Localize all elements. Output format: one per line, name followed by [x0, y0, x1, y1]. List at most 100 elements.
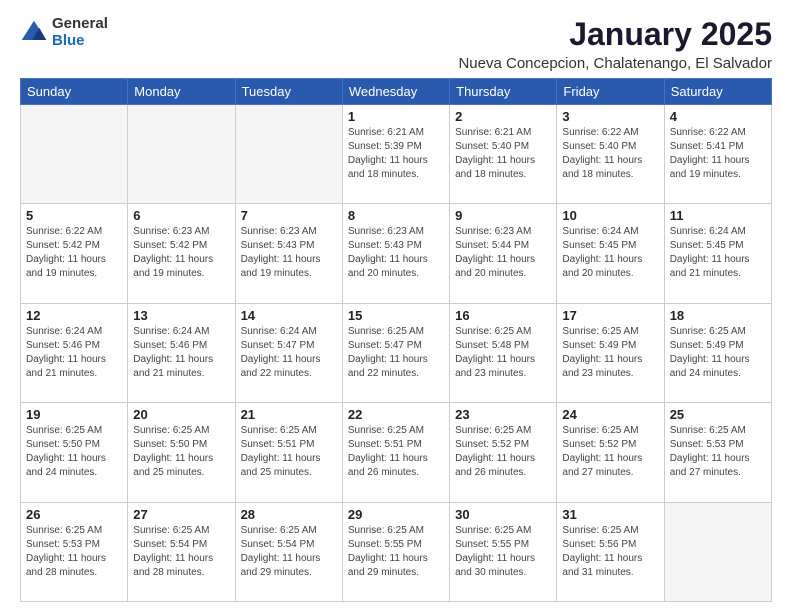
day-number: 28 [241, 507, 337, 522]
day-number: 29 [348, 507, 444, 522]
day-number: 24 [562, 407, 658, 422]
day-number: 15 [348, 308, 444, 323]
day-info: Sunrise: 6:22 AM Sunset: 5:40 PM Dayligh… [562, 126, 658, 182]
location-title: Nueva Concepcion, Chalatenango, El Salva… [458, 55, 772, 72]
calendar-cell: 18 Sunrise: 6:25 AM Sunset: 5:49 PM Dayli… [664, 303, 771, 402]
day-info: Sunrise: 6:24 AM Sunset: 5:46 PM Dayligh… [26, 325, 122, 381]
calendar-cell: 1 Sunrise: 6:21 AM Sunset: 5:39 PM Daylig… [342, 105, 449, 204]
day-number: 13 [133, 308, 229, 323]
calendar-cell: 16 Sunrise: 6:25 AM Sunset: 5:48 PM Dayli… [450, 303, 557, 402]
weekday-header-sunday: Sunday [21, 79, 128, 105]
day-number: 3 [562, 109, 658, 124]
day-info: Sunrise: 6:23 AM Sunset: 5:42 PM Dayligh… [133, 225, 229, 281]
day-info: Sunrise: 6:25 AM Sunset: 5:49 PM Dayligh… [670, 325, 766, 381]
day-info: Sunrise: 6:25 AM Sunset: 5:48 PM Dayligh… [455, 325, 551, 381]
day-number: 22 [348, 407, 444, 422]
calendar-cell: 6Sunrise: 6:23 AM Sunset: 5:42 PM Daylig… [128, 204, 235, 303]
day-number: 8 [348, 208, 444, 223]
day-number: 10 [562, 208, 658, 223]
day-number: 14 [241, 308, 337, 323]
calendar-cell: 31 Sunrise: 6:25 AM Sunset: 5:56 PM Dayli… [557, 502, 664, 601]
day-info: Sunrise: 6:25 AM Sunset: 5:53 PM Dayligh… [26, 524, 122, 580]
day-info: Sunrise: 6:25 AM Sunset: 5:49 PM Dayligh… [562, 325, 658, 381]
weekday-header-friday: Friday [557, 79, 664, 105]
calendar-cell: 27 Sunrise: 6:25 AM Sunset: 5:54 PM Dayli… [128, 502, 235, 601]
weekday-header-monday: Monday [128, 79, 235, 105]
weekday-header-tuesday: Tuesday [235, 79, 342, 105]
day-info: Sunrise: 6:21 AM Sunset: 5:39 PM Dayligh… [348, 126, 444, 182]
calendar-cell: 13Sunrise: 6:24 AM Sunset: 5:46 PM Dayli… [128, 303, 235, 402]
day-number: 2 [455, 109, 551, 124]
day-number: 31 [562, 507, 658, 522]
week-row-5: 26 Sunrise: 6:25 AM Sunset: 5:53 PM Dayli… [21, 502, 772, 601]
logo-blue: Blue [52, 33, 108, 50]
page: General Blue January 2025 Nueva Concepci… [0, 0, 792, 612]
day-number: 18 [670, 308, 766, 323]
day-info: Sunrise: 6:23 AM Sunset: 5:44 PM Dayligh… [455, 225, 551, 281]
day-number: 9 [455, 208, 551, 223]
day-info: Sunrise: 6:25 AM Sunset: 5:54 PM Dayligh… [133, 524, 229, 580]
calendar-cell: 17 Sunrise: 6:25 AM Sunset: 5:49 PM Dayli… [557, 303, 664, 402]
day-info: Sunrise: 6:21 AM Sunset: 5:40 PM Dayligh… [455, 126, 551, 182]
calendar-cell: 5 Sunrise: 6:22 AM Sunset: 5:42 PM Daylig… [21, 204, 128, 303]
calendar-cell: 24 Sunrise: 6:25 AM Sunset: 5:52 PM Dayli… [557, 403, 664, 502]
calendar-cell [664, 502, 771, 601]
calendar-cell: 26 Sunrise: 6:25 AM Sunset: 5:53 PM Dayli… [21, 502, 128, 601]
calendar-cell: 7Sunrise: 6:23 AM Sunset: 5:43 PM Daylig… [235, 204, 342, 303]
day-info: Sunrise: 6:25 AM Sunset: 5:55 PM Dayligh… [455, 524, 551, 580]
day-number: 16 [455, 308, 551, 323]
calendar-cell [21, 105, 128, 204]
calendar-cell: 4Sunrise: 6:22 AM Sunset: 5:41 PM Daylig… [664, 105, 771, 204]
calendar-cell: 3 Sunrise: 6:22 AM Sunset: 5:40 PM Daylig… [557, 105, 664, 204]
day-number: 27 [133, 507, 229, 522]
weekday-header-saturday: Saturday [664, 79, 771, 105]
calendar-cell: 14 Sunrise: 6:24 AM Sunset: 5:47 PM Dayli… [235, 303, 342, 402]
day-info: Sunrise: 6:22 AM Sunset: 5:42 PM Dayligh… [26, 225, 122, 281]
day-number: 21 [241, 407, 337, 422]
day-number: 20 [133, 407, 229, 422]
day-info: Sunrise: 6:25 AM Sunset: 5:56 PM Dayligh… [562, 524, 658, 580]
week-row-2: 5 Sunrise: 6:22 AM Sunset: 5:42 PM Daylig… [21, 204, 772, 303]
day-number: 5 [26, 208, 122, 223]
day-number: 26 [26, 507, 122, 522]
calendar-cell: 23Sunrise: 6:25 AM Sunset: 5:52 PM Dayli… [450, 403, 557, 502]
day-info: Sunrise: 6:25 AM Sunset: 5:51 PM Dayligh… [241, 424, 337, 480]
day-number: 1 [348, 109, 444, 124]
day-info: Sunrise: 6:24 AM Sunset: 5:47 PM Dayligh… [241, 325, 337, 381]
day-info: Sunrise: 6:22 AM Sunset: 5:41 PM Dayligh… [670, 126, 766, 182]
day-info: Sunrise: 6:25 AM Sunset: 5:52 PM Dayligh… [562, 424, 658, 480]
day-number: 19 [26, 407, 122, 422]
day-number: 17 [562, 308, 658, 323]
calendar-cell: 25 Sunrise: 6:25 AM Sunset: 5:53 PM Dayli… [664, 403, 771, 502]
day-info: Sunrise: 6:25 AM Sunset: 5:55 PM Dayligh… [348, 524, 444, 580]
week-row-1: 1 Sunrise: 6:21 AM Sunset: 5:39 PM Daylig… [21, 105, 772, 204]
day-number: 30 [455, 507, 551, 522]
day-info: Sunrise: 6:25 AM Sunset: 5:52 PM Dayligh… [455, 424, 551, 480]
logo-text: General Blue [52, 16, 108, 49]
calendar-cell: 19Sunrise: 6:25 AM Sunset: 5:50 PM Dayli… [21, 403, 128, 502]
calendar-cell: 20 Sunrise: 6:25 AM Sunset: 5:50 PM Dayli… [128, 403, 235, 502]
day-number: 25 [670, 407, 766, 422]
calendar-cell [128, 105, 235, 204]
calendar-cell: 21 Sunrise: 6:25 AM Sunset: 5:51 PM Dayli… [235, 403, 342, 502]
day-number: 12 [26, 308, 122, 323]
calendar-cell: 29 Sunrise: 6:25 AM Sunset: 5:55 PM Dayli… [342, 502, 449, 601]
logo: General Blue [20, 16, 108, 49]
day-info: Sunrise: 6:24 AM Sunset: 5:45 PM Dayligh… [670, 225, 766, 281]
day-info: Sunrise: 6:25 AM Sunset: 5:54 PM Dayligh… [241, 524, 337, 580]
day-info: Sunrise: 6:25 AM Sunset: 5:47 PM Dayligh… [348, 325, 444, 381]
calendar-cell: 11 Sunrise: 6:24 AM Sunset: 5:45 PM Dayli… [664, 204, 771, 303]
weekday-header-thursday: Thursday [450, 79, 557, 105]
title-block: January 2025 Nueva Concepcion, Chalatena… [458, 16, 772, 72]
day-info: Sunrise: 6:23 AM Sunset: 5:43 PM Dayligh… [241, 225, 337, 281]
calendar-table: SundayMondayTuesdayWednesdayThursdayFrid… [20, 78, 772, 602]
day-info: Sunrise: 6:25 AM Sunset: 5:50 PM Dayligh… [133, 424, 229, 480]
calendar-cell: 12 Sunrise: 6:24 AM Sunset: 5:46 PM Dayli… [21, 303, 128, 402]
week-row-3: 12 Sunrise: 6:24 AM Sunset: 5:46 PM Dayli… [21, 303, 772, 402]
day-info: Sunrise: 6:25 AM Sunset: 5:53 PM Dayligh… [670, 424, 766, 480]
calendar-cell: 22 Sunrise: 6:25 AM Sunset: 5:51 PM Dayli… [342, 403, 449, 502]
calendar-cell: 30 Sunrise: 6:25 AM Sunset: 5:55 PM Dayli… [450, 502, 557, 601]
day-info: Sunrise: 6:25 AM Sunset: 5:51 PM Dayligh… [348, 424, 444, 480]
day-number: 11 [670, 208, 766, 223]
calendar-cell: 9 Sunrise: 6:23 AM Sunset: 5:44 PM Daylig… [450, 204, 557, 303]
